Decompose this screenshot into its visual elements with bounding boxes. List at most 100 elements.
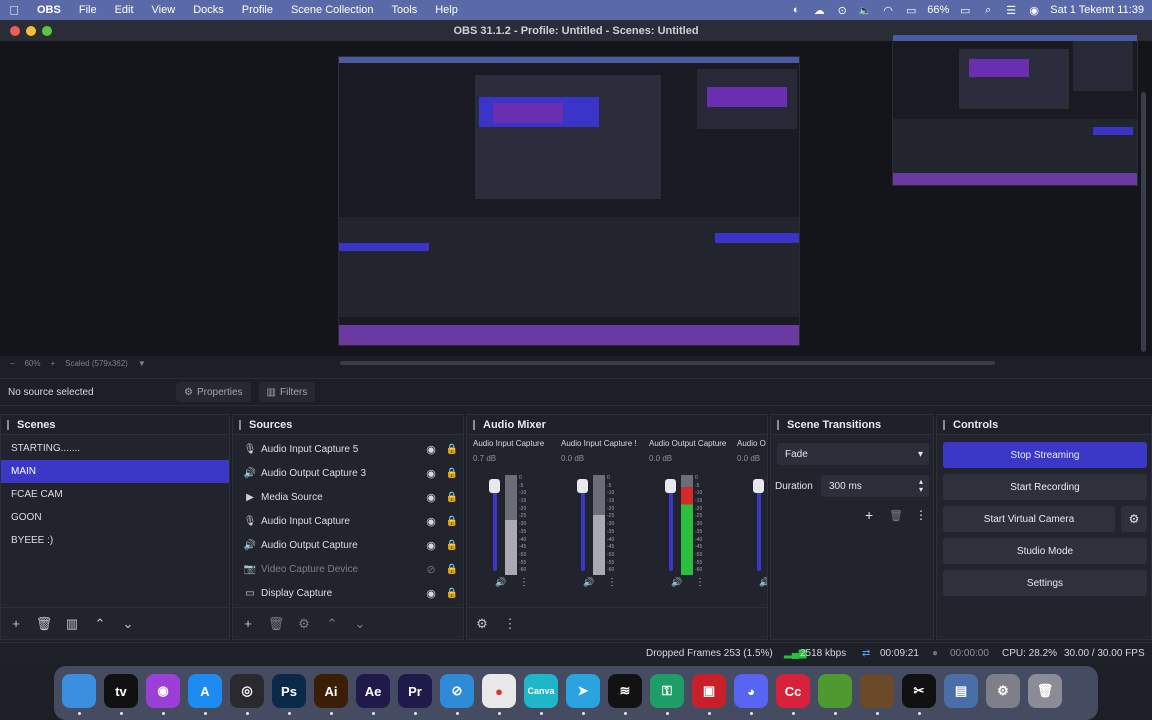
dock-grip-icon[interactable]	[7, 419, 13, 430]
move-down-icon[interactable]: ⌄	[351, 616, 369, 632]
lock-icon[interactable]: 🔒	[441, 444, 463, 455]
lock-icon[interactable]: 🔒	[441, 492, 463, 503]
scene-item[interactable]: BYEEE :)	[1, 529, 229, 552]
user-icon[interactable]: ◉	[1027, 4, 1041, 17]
key-icon[interactable]: ⚿	[650, 674, 684, 708]
lock-icon[interactable]: 🔒	[441, 564, 463, 575]
menu-view[interactable]: View	[143, 4, 185, 16]
menu-edit[interactable]: Edit	[106, 4, 143, 16]
volume-slider-handle[interactable]	[577, 479, 588, 493]
channel-menu-icon[interactable]: ⋮	[519, 577, 529, 588]
visibility-eye-icon[interactable]: ◉	[421, 443, 441, 456]
close-window-icon[interactable]	[10, 26, 20, 36]
podcasts-icon[interactable]: ◉	[146, 674, 180, 708]
filters-button[interactable]: ▥ Filters	[258, 382, 316, 402]
volume-slider-handle[interactable]	[489, 479, 500, 493]
visibility-eye-icon[interactable]: ◉	[421, 491, 441, 504]
vpn-icon[interactable]: ◐	[789, 4, 803, 16]
volume-slider-handle[interactable]	[753, 479, 764, 493]
move-up-icon[interactable]: ⌃	[323, 616, 341, 632]
source-row[interactable]: ▶ Media Source ◉ 🔒	[233, 485, 463, 509]
dock-grip-icon[interactable]	[239, 419, 245, 430]
scene-item-active[interactable]: MAIN	[1, 460, 229, 483]
hidden-eye-icon[interactable]: ⊘	[421, 563, 441, 576]
source-row[interactable]: 🔊 Audio Output Capture 3 ◉ 🔒	[233, 461, 463, 485]
record-status-icon[interactable]: ⊙	[835, 4, 849, 17]
scene-item[interactable]: FCAE CAM	[1, 483, 229, 506]
zoom-in-icon[interactable]: +	[50, 359, 55, 368]
obs-icon[interactable]: ◎	[230, 674, 264, 708]
properties-button[interactable]: ⚙ Properties	[176, 382, 251, 402]
visibility-eye-icon[interactable]: ◉	[421, 539, 441, 552]
source-row[interactable]: 🎙 Audio Input Capture ◉ 🔒	[233, 509, 463, 533]
menu-help[interactable]: Help	[426, 4, 467, 16]
studio-mode-button[interactable]: Studio Mode	[943, 538, 1147, 564]
scale-mode[interactable]: Scaled (579x362)	[65, 359, 128, 368]
lock-icon[interactable]: 🔒	[441, 516, 463, 527]
menu-file[interactable]: File	[70, 4, 106, 16]
source-row-hidden[interactable]: 📷 Video Capture Device ⊘ 🔒	[233, 557, 463, 581]
remove-scene-icon[interactable]: 🗑	[35, 616, 53, 632]
source-properties-icon[interactable]: ⚙	[295, 616, 313, 632]
finder-icon[interactable]	[62, 674, 96, 708]
scene-filters-icon[interactable]: ▥	[63, 616, 81, 632]
start-virtual-camera-button[interactable]: Start Virtual Camera	[943, 506, 1115, 532]
mute-speaker-icon[interactable]: 🔊	[671, 577, 685, 589]
capcut-icon[interactable]: ✂	[902, 674, 936, 708]
channel-menu-icon[interactable]: ⋮	[607, 577, 617, 588]
app-store-icon[interactable]: A	[188, 674, 222, 708]
move-up-icon[interactable]: ⌃	[91, 616, 109, 632]
battery-icon[interactable]: ▭	[958, 4, 972, 17]
apple-icon[interactable]: 	[0, 3, 28, 18]
add-transition-icon[interactable]: +	[865, 507, 873, 523]
add-source-icon[interactable]: +	[239, 616, 257, 631]
apple-tv-icon[interactable]: tv	[104, 674, 138, 708]
dock-grip-icon[interactable]	[943, 419, 949, 430]
mute-speaker-icon[interactable]: 🔊	[495, 577, 509, 589]
remove-source-icon[interactable]: 🗑	[267, 616, 285, 632]
visibility-eye-icon[interactable]: ◉	[421, 467, 441, 480]
telegram-icon[interactable]: ➤	[566, 674, 600, 708]
transition-type-select[interactable]: Fade ▾	[777, 443, 929, 465]
remove-transition-icon[interactable]: 🗑	[889, 509, 903, 522]
zoom-out-icon[interactable]: –	[10, 359, 14, 368]
control-center-icon[interactable]: ☰	[1004, 4, 1018, 17]
photoshop-icon[interactable]: Ps	[272, 674, 306, 708]
safari-icon[interactable]: ⊘	[440, 674, 474, 708]
stop-streaming-button[interactable]: Stop Streaming	[943, 442, 1147, 468]
creative-cloud-icon[interactable]: Cc	[776, 674, 810, 708]
menu-docks[interactable]: Docks	[184, 4, 233, 16]
menu-tools[interactable]: Tools	[383, 4, 427, 16]
preview-horizontal-scrollbar[interactable]	[340, 361, 995, 365]
volume-icon[interactable]: 🔈	[858, 4, 872, 17]
source-row[interactable]: ▭ Display Capture ◉ 🔒	[233, 581, 463, 605]
preview-vertical-scrollbar[interactable]	[1141, 92, 1146, 352]
scale-dropdown-icon[interactable]: ▼	[138, 359, 146, 368]
premiere-icon[interactable]: Pr	[398, 674, 432, 708]
minecraft-grass-icon[interactable]	[818, 674, 852, 708]
toolbox-icon[interactable]: ▣	[692, 674, 726, 708]
lock-icon[interactable]: 🔒	[441, 588, 463, 599]
discord-icon[interactable]: ◕	[734, 674, 768, 708]
chrome-icon[interactable]: ●	[482, 674, 516, 708]
wifi-icon[interactable]: ◠	[881, 4, 895, 17]
settings-icon[interactable]: ⚙	[986, 674, 1020, 708]
minimize-window-icon[interactable]	[26, 26, 36, 36]
tv-output-icon[interactable]: ▭	[904, 4, 918, 17]
duration-input[interactable]: 300 ms ▴ ▾	[821, 475, 929, 497]
menu-app-obs[interactable]: OBS	[28, 4, 70, 16]
after-effects-icon[interactable]: Ae	[356, 674, 390, 708]
channel-menu-icon[interactable]: ⋮	[695, 577, 705, 588]
virtual-camera-settings-icon[interactable]: ⚙	[1121, 506, 1147, 532]
dock-grip-icon[interactable]	[473, 419, 479, 430]
settings-button[interactable]: Settings	[943, 570, 1147, 596]
cloud-icon[interactable]: ☁	[812, 4, 826, 17]
preview-canvas[interactable]	[0, 34, 1152, 356]
dock-grip-icon[interactable]	[777, 419, 783, 430]
source-row[interactable]: 🔊 Audio Output Capture ◉ 🔒	[233, 533, 463, 557]
canva-icon[interactable]: Canva	[524, 674, 558, 708]
zoom-window-icon[interactable]	[42, 26, 52, 36]
start-recording-button[interactable]: Start Recording	[943, 474, 1147, 500]
menu-profile[interactable]: Profile	[233, 4, 282, 16]
advanced-audio-icon[interactable]: ⚙	[473, 616, 491, 632]
